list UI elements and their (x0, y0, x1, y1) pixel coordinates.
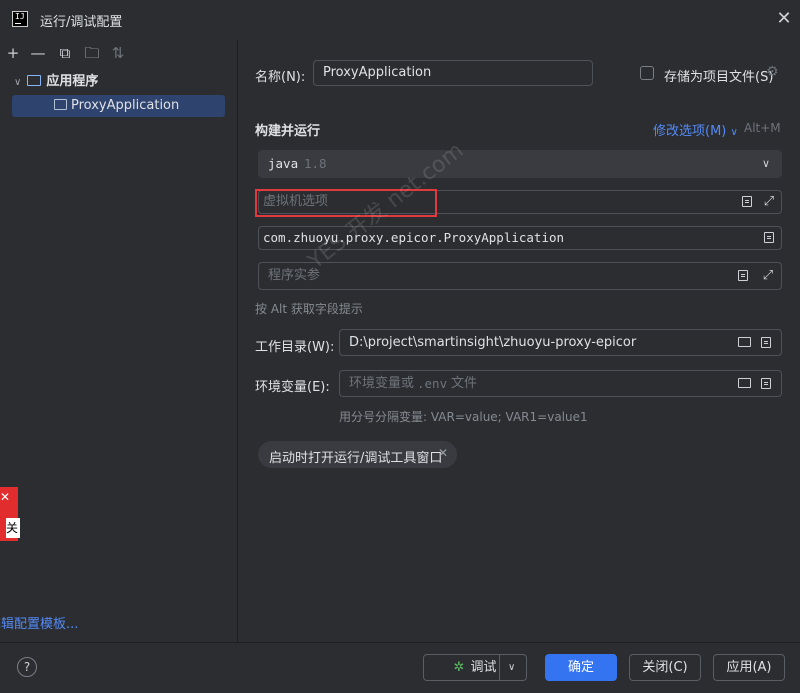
sort-icon[interactable]: ⇅ (109, 44, 127, 62)
env-label: 环境变量(E): (255, 380, 330, 395)
workdir-label: 工作目录(W): (255, 340, 335, 355)
edit-config-templates-link[interactable]: 编辑配置模板... (0, 613, 120, 632)
modify-options-label: 修改选项(M) (653, 124, 727, 139)
config-sidebar (0, 40, 238, 642)
jdk-name: java (268, 156, 299, 171)
document-icon[interactable] (761, 378, 771, 389)
workdir-value: D:\project\smartinsight\zhuoyu-proxy-epi… (349, 335, 637, 350)
chevron-down-icon[interactable]: ∨ (508, 655, 515, 680)
chevron-down-icon[interactable]: ∨ (14, 77, 21, 88)
close-button[interactable]: 关闭(C) (629, 654, 701, 681)
env-field[interactable]: 环境变量或 .env 文件 (339, 370, 782, 397)
open-tool-window-chip[interactable]: 启动时打开运行/调试工具窗口 ✕ (258, 441, 457, 468)
modify-options-link[interactable]: 修改选项(M) ∨ (653, 120, 738, 139)
copy-icon[interactable]: ⧉ (56, 44, 74, 62)
alt-hint-text: 按 Alt 获取字段提示 (255, 302, 363, 316)
help-icon[interactable]: ? (17, 657, 37, 677)
program-args-field[interactable]: 程序实参 ⤢ (258, 262, 782, 290)
settings-gear-icon[interactable]: ⚙ (766, 64, 779, 80)
debug-button[interactable]: ✲ 调试 ∨ (423, 654, 527, 681)
application-folder-icon (27, 75, 42, 86)
store-as-project-file-label: 存储为项目文件(S) (664, 70, 774, 85)
tree-item-proxyapplication[interactable]: ProxyApplication (54, 95, 179, 117)
expand-icon[interactable]: ⤢ (761, 269, 775, 283)
add-icon[interactable]: + (4, 44, 22, 62)
document-icon[interactable] (742, 196, 752, 207)
env-placeholder-b: .env (417, 376, 448, 391)
new-folder-icon[interactable]: 🗀 (83, 44, 101, 62)
document-icon[interactable] (761, 337, 771, 348)
window-title: 运行/调试配置 (40, 15, 123, 30)
chip-remove-icon[interactable]: ✕ (438, 446, 448, 460)
notification-close-icon[interactable]: ✕ (0, 490, 10, 504)
env-placeholder-c: 文件 (451, 376, 478, 391)
modify-options-shortcut: Alt+M (744, 121, 781, 135)
name-field[interactable]: ProxyApplication (313, 60, 593, 86)
workdir-field[interactable]: D:\project\smartinsight\zhuoyu-proxy-epi… (339, 329, 782, 356)
debug-label: 调试 (470, 660, 497, 675)
browse-folder-icon[interactable] (738, 337, 751, 347)
apply-button[interactable]: 应用(A) (713, 654, 785, 681)
split-divider (499, 655, 500, 680)
name-label: 名称(N): (255, 70, 306, 85)
tree-group-application[interactable]: ∨ 应用程序 (14, 71, 98, 93)
document-icon[interactable] (738, 270, 748, 281)
document-icon[interactable] (764, 232, 774, 243)
build-run-section-title: 构建并运行 (255, 124, 321, 139)
chevron-down-icon: ∨ (762, 157, 771, 170)
chip-label: 启动时打开运行/调试工具窗口 (269, 451, 443, 466)
ok-button[interactable]: 确定 (545, 654, 617, 681)
env-placeholder-a: 环境变量或 (349, 376, 415, 391)
expand-icon[interactable]: ⤢ (762, 195, 776, 209)
chevron-down-icon: ∨ (730, 127, 738, 138)
jdk-version: 1.8 (304, 156, 327, 171)
store-as-project-file-checkbox[interactable] (640, 66, 654, 80)
name-value: ProxyApplication (323, 65, 432, 80)
notification-popup-text: 关 (6, 518, 20, 538)
env-hint-text: 用分号分隔变量: VAR=value; VAR1=value1 (339, 410, 588, 424)
application-config-icon (54, 99, 67, 110)
jdk-select[interactable]: java 1.8 ∨ (258, 150, 782, 178)
close-window-icon[interactable]: ✕ (774, 10, 794, 30)
browse-folder-icon[interactable] (738, 378, 751, 388)
bug-icon: ✲ (453, 660, 465, 675)
remove-icon[interactable]: — (29, 44, 47, 62)
tree-item-label: ProxyApplication (71, 98, 180, 113)
title-bar: IJ 运行/调试配置 ✕ (0, 0, 800, 40)
tree-group-label: 应用程序 (46, 74, 99, 89)
intellij-app-icon: IJ (12, 11, 28, 27)
